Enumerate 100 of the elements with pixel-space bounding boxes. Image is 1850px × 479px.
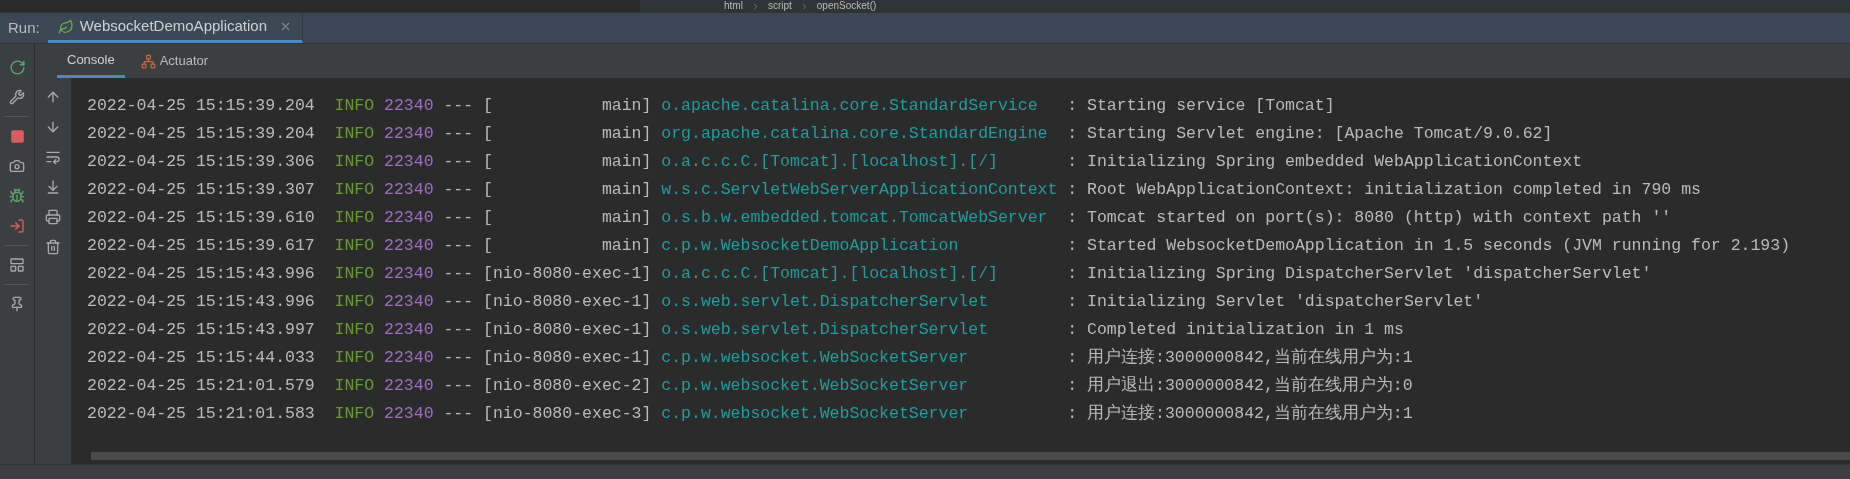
log-timestamp: 2022-04-25 15:15:39.617	[87, 235, 315, 257]
console-tab[interactable]: Actuator	[130, 44, 219, 78]
process-id: 22340	[384, 403, 434, 425]
logger-name: o.apache.catalina.core.StandardService	[661, 95, 1039, 117]
process-id: 22340	[384, 263, 434, 285]
process-id: 22340	[384, 319, 434, 341]
log-level: INFO	[334, 319, 375, 341]
thread-name: [ main]	[483, 207, 652, 229]
separator: ---	[443, 235, 474, 257]
separator: :	[1067, 235, 1078, 257]
separator: ---	[443, 375, 474, 397]
separator: ---	[443, 347, 474, 369]
separator: ---	[443, 207, 474, 229]
separator: ---	[443, 179, 474, 201]
spring-leaf-icon	[57, 18, 74, 35]
thread-name: [ main]	[483, 95, 652, 117]
log-message: Root WebApplicationContext: initialization completed in 790 ms	[1087, 179, 1701, 201]
log-message: Initializing Spring DispatcherServlet 'dispatcherServlet'	[1087, 263, 1652, 285]
log-timestamp: 2022-04-25 15:15:39.204	[87, 95, 315, 117]
thread-name: [nio-8080-exec-1]	[483, 263, 652, 285]
log-message: 用户连接:3000000842,当前在线用户为:1	[1087, 403, 1413, 425]
log-level: INFO	[334, 151, 375, 173]
horizontal-scrollbar[interactable]	[91, 452, 1850, 460]
breadcrumb-item[interactable]: html	[724, 0, 743, 12]
logger-name: o.s.web.servlet.DispatcherServlet	[661, 319, 990, 341]
log-timestamp: 2022-04-25 15:15:39.306	[87, 151, 315, 173]
thread-name: [ main]	[483, 235, 652, 257]
log-message: Starting service [Tomcat]	[1087, 95, 1335, 117]
logger-name: o.a.c.c.C.[Tomcat].[localhost].[/]	[661, 151, 999, 173]
separator: ---	[443, 123, 474, 145]
log-level: INFO	[334, 235, 375, 257]
logger-name: c.p.w.websocket.WebSocketServer	[661, 375, 970, 397]
logger-name: c.p.w.websocket.WebSocketServer	[661, 403, 970, 425]
log-timestamp: 2022-04-25 15:15:43.996	[87, 291, 315, 313]
separator: :	[1067, 347, 1078, 369]
logger-name: o.a.c.c.C.[Tomcat].[localhost].[/]	[661, 263, 999, 285]
process-id: 22340	[384, 375, 434, 397]
thread-name: [ main]	[483, 151, 652, 173]
log-timestamp: 2022-04-25 15:15:44.033	[87, 347, 315, 369]
log-message: Completed initialization in 1 ms	[1087, 319, 1404, 341]
logger-name: org.apache.catalina.core.StandardEngine	[661, 123, 1049, 145]
process-id: 22340	[384, 179, 434, 201]
separator: :	[1067, 95, 1078, 117]
logger-name: w.s.c.ServletWebServerApplicationContext	[661, 179, 1058, 201]
process-id: 22340	[384, 347, 434, 369]
thread-name: [nio-8080-exec-1]	[483, 291, 652, 313]
log-message: Started WebsocketDemoApplication in 1.5 seconds (JVM running for 2.193)	[1087, 235, 1791, 257]
separator: :	[1067, 375, 1078, 397]
thread-name: [nio-8080-exec-1]	[483, 319, 652, 341]
separator: :	[1067, 151, 1078, 173]
log-level: INFO	[334, 347, 375, 369]
separator: :	[1067, 123, 1078, 145]
log-timestamp: 2022-04-25 15:15:43.997	[87, 319, 315, 341]
log-timestamp: 2022-04-25 15:21:01.579	[87, 375, 315, 397]
log-message: Tomcat started on port(s): 8080 (http) with context path ''	[1087, 207, 1672, 229]
separator: ---	[443, 291, 474, 313]
log-level: INFO	[334, 207, 375, 229]
separator: :	[1067, 179, 1078, 201]
process-id: 22340	[384, 235, 434, 257]
process-id: 22340	[384, 95, 434, 117]
log-level: INFO	[334, 291, 375, 313]
log-timestamp: 2022-04-25 15:15:39.307	[87, 179, 315, 201]
logger-name: c.p.w.websocket.WebSocketServer	[661, 347, 970, 369]
separator: :	[1067, 263, 1078, 285]
log-level: INFO	[334, 123, 375, 145]
separator: ---	[443, 403, 474, 425]
thread-name: [nio-8080-exec-3]	[483, 403, 652, 425]
separator: ---	[443, 319, 474, 341]
process-id: 22340	[384, 207, 434, 229]
log-message: 用户退出:3000000842,当前在线用户为:0	[1087, 375, 1413, 397]
process-id: 22340	[384, 291, 434, 313]
thread-name: [ main]	[483, 123, 652, 145]
process-id: 22340	[384, 151, 434, 173]
node-graph-icon	[140, 53, 156, 69]
separator: :	[1067, 291, 1078, 313]
log-message: Initializing Spring embedded WebApplicationContext	[1087, 151, 1583, 173]
thread-name: [nio-8080-exec-1]	[483, 347, 652, 369]
breadcrumb-item[interactable]: script	[767, 0, 792, 12]
log-message: 用户连接:3000000842,当前在线用户为:1	[1087, 347, 1413, 369]
separator: :	[1067, 207, 1078, 229]
log-timestamp: 2022-04-25 15:21:01.583	[87, 403, 315, 425]
logger-name: o.s.web.servlet.DispatcherServlet	[661, 291, 990, 313]
separator: :	[1067, 403, 1078, 425]
logger-name: o.s.b.w.embedded.tomcat.TomcatWebServer	[661, 207, 1049, 229]
separator: ---	[443, 151, 474, 173]
log-level: INFO	[334, 95, 375, 117]
run-label: Run:	[7, 17, 41, 38]
separator: ---	[443, 95, 474, 117]
process-id: 22340	[384, 123, 434, 145]
breadcrumb-item[interactable]: openSocket()	[816, 0, 877, 12]
close-icon[interactable]	[279, 20, 292, 33]
log-timestamp: 2022-04-25 15:15:39.204	[87, 123, 315, 145]
log-level: INFO	[334, 179, 375, 201]
logger-name: c.p.w.WebsocketDemoApplication	[661, 235, 960, 257]
log-message: Starting Servlet engine: [Apache Tomcat/9.0.62]	[1087, 123, 1553, 145]
thread-name: [nio-8080-exec-2]	[483, 375, 652, 397]
log-message: Initializing Servlet 'dispatcherServlet'	[1087, 291, 1484, 313]
thread-name: [ main]	[483, 179, 652, 201]
log-level: INFO	[334, 263, 375, 285]
separator: :	[1067, 319, 1078, 341]
